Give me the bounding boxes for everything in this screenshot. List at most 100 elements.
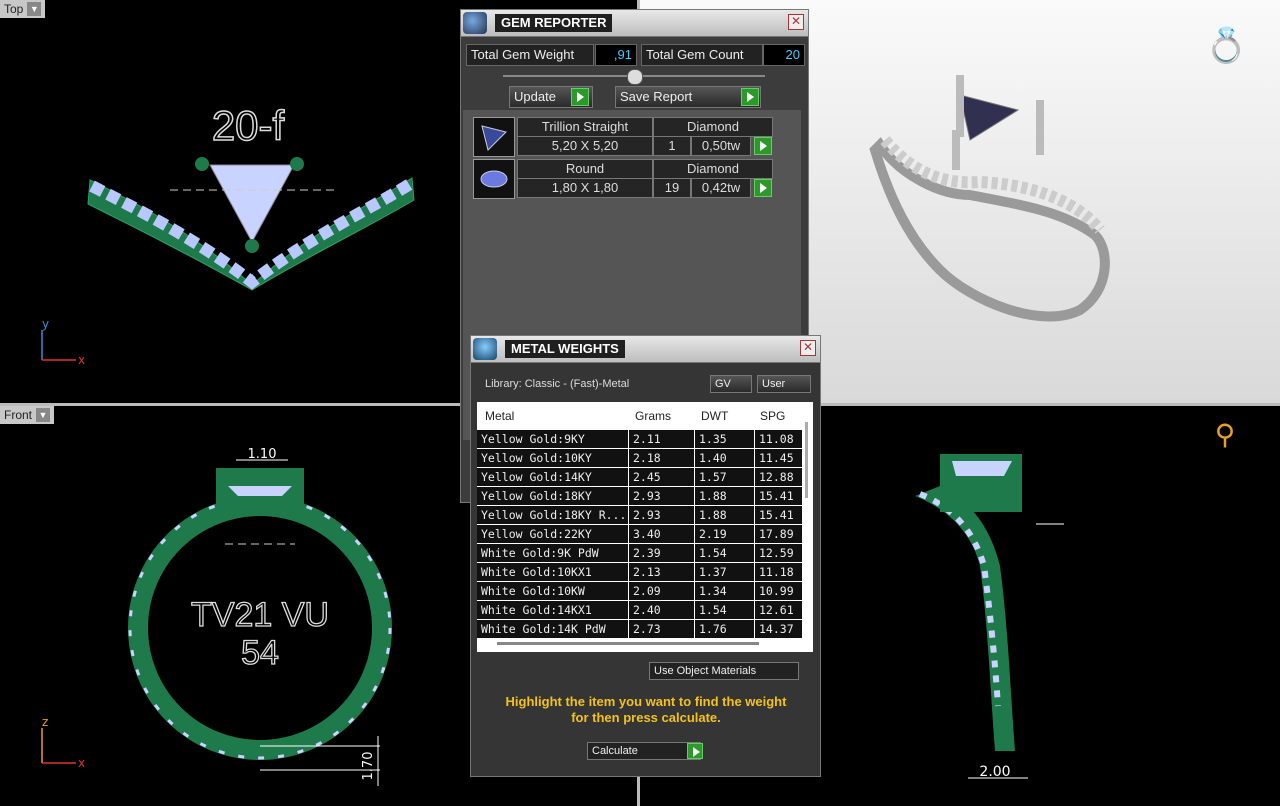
save-report-button[interactable]: Save Report [615,86,761,108]
calculate-button[interactable]: Calculate [587,742,701,760]
column-header-metal[interactable]: Metal [485,409,514,423]
axis-z-label: z [42,715,48,729]
total-gem-weight-value: ,91 [595,44,637,66]
cell-metal: White Gold:10KW [477,582,629,600]
library-label: Library: Classic - (Fast)-Metal [485,378,630,390]
gem-row[interactable]: Round Diamond 1,80 X 1,80 19 0,42tw [473,159,773,199]
zoom-slider[interactable] [503,69,765,85]
cell-grams: 2.93 [629,487,695,505]
cell-dwt: 1.40 [695,449,755,467]
cell-grams: 2.39 [629,544,695,562]
axis-x-label: x [78,353,85,367]
table-row[interactable]: Yellow Gold:10KY 2.18 1.40 11.45 [477,449,803,467]
gem-weight: 0,50tw [691,136,751,156]
column-header-spg[interactable]: SPG [760,409,785,423]
gem-shape: Round [517,159,653,179]
cell-metal: Yellow Gold:14KY [477,468,629,486]
use-object-materials-toggle[interactable]: Use Object Materials [649,662,799,680]
cell-spg: 15.41 [755,487,803,505]
metal-weights-title: METAL WEIGHTS [505,340,625,358]
gem-reporter-titlebar[interactable]: GEM REPORTER ✕ [461,10,808,37]
cell-metal: White Gold:9K PdW [477,544,629,562]
trillion-stone [209,164,295,244]
axis-gizmo [41,330,76,361]
close-icon[interactable]: ✕ [800,340,816,356]
metal-weights-icon [473,338,497,360]
horizontal-scrollbar[interactable] [497,642,759,645]
cell-spg: 10.99 [755,582,803,600]
gem-size: 5,20 X 5,20 [517,136,653,156]
table-row[interactable]: Yellow Gold:18KY 2.93 1.88 15.41 [477,487,803,505]
cell-spg: 11.08 [755,430,803,448]
gem-count: 19 [653,178,691,198]
table-row[interactable]: Yellow Gold:14KY 2.45 1.57 12.88 [477,468,803,486]
table-row[interactable]: Yellow Gold:18KY R... 2.93 1.88 15.41 [477,506,803,524]
table-row[interactable]: White Gold:14KX1 2.40 1.54 12.61 [477,601,803,619]
cell-spg: 11.45 [755,449,803,467]
table-row[interactable]: White Gold:10KX1 2.13 1.37 11.18 [477,563,803,581]
gem-select-play-icon[interactable] [754,179,772,197]
cell-dwt: 1.54 [695,601,755,619]
table-row[interactable]: Yellow Gold:22KY 3.40 2.19 17.89 [477,525,803,543]
ring-size-text-line1: TV21 VU [191,596,329,634]
gem-reporter-icon [463,12,487,34]
total-gem-count-label: Total Gem Count [641,44,763,66]
cell-dwt: 1.35 [695,430,755,448]
axis-x-label: x [78,756,85,770]
gem-material: Diamond [653,159,773,179]
cell-grams: 2.40 [629,601,695,619]
cell-spg: 17.89 [755,525,803,543]
table-row[interactable]: White Gold:14K PdW 2.73 1.76 14.37 [477,620,803,638]
pendant-icon[interactable]: ⚲ [1213,418,1237,478]
cell-dwt: 1.88 [695,506,755,524]
gem-shape: Trillion Straight [517,117,653,137]
save-report-play-icon[interactable] [741,88,759,106]
total-gem-count-value: 20 [763,44,805,66]
cell-metal: Yellow Gold:9KY [477,430,629,448]
ring-engraving-text: 20-f [212,102,285,149]
ring-icon[interactable]: 💍 [1205,22,1247,70]
gem-row[interactable]: Trillion Straight Diamond 5,20 X 5,20 1 … [473,117,773,157]
calculate-play-icon[interactable] [687,743,703,759]
cell-spg: 14.37 [755,620,803,638]
ring-size-text-line2: 54 [241,634,279,672]
use-object-materials-label: Use Object Materials [654,665,757,677]
column-header-grams[interactable]: Grams [635,409,671,423]
update-play-icon[interactable] [571,88,589,106]
metal-weights-titlebar[interactable]: METAL WEIGHTS ✕ [471,336,820,363]
dimension-bottom: 2.00 [979,764,1010,780]
user-button[interactable]: User [757,375,811,393]
instruction-line-2: for then press calculate. [571,710,721,725]
cell-grams: 2.93 [629,506,695,524]
cell-metal: Yellow Gold:10KY [477,449,629,467]
table-row[interactable]: White Gold:10KW 2.09 1.34 10.99 [477,582,803,600]
cell-grams: 2.11 [629,430,695,448]
gem-size: 1,80 X 1,80 [517,178,653,198]
cell-dwt: 1.37 [695,563,755,581]
cell-grams: 3.40 [629,525,695,543]
column-header-dwt[interactable]: DWT [701,409,728,423]
dimension-side: 1.70 [361,752,376,781]
vertical-scrollbar[interactable] [805,422,808,498]
cell-grams: 2.18 [629,449,695,467]
cell-grams: 2.09 [629,582,695,600]
slider-thumb[interactable] [627,69,643,85]
gem-material: Diamond [653,117,773,137]
cell-dwt: 2.19 [695,525,755,543]
metal-weights-table: Metal Grams DWT SPG Yellow Gold:9KY 2.11 1… [477,402,813,652]
trillion-gem-icon [473,117,515,157]
cell-spg: 12.61 [755,601,803,619]
round-gem-icon [473,159,515,199]
trillion-stone-front [228,486,292,496]
gem-reporter-title: GEM REPORTER [495,14,613,32]
table-row[interactable]: White Gold:9K PdW 2.39 1.54 12.59 [477,544,803,562]
gem-select-play-icon[interactable] [754,137,772,155]
cell-dwt: 1.54 [695,544,755,562]
gv-button[interactable]: GV [710,375,752,393]
cell-metal: Yellow Gold:18KY R... [477,506,629,524]
instruction-line-1: Highlight the item you want to find the … [505,694,787,709]
close-icon[interactable]: ✕ [788,14,804,30]
cell-dwt: 1.34 [695,582,755,600]
cell-grams: 2.73 [629,620,695,638]
table-row[interactable]: Yellow Gold:9KY 2.11 1.35 11.08 [477,430,803,448]
